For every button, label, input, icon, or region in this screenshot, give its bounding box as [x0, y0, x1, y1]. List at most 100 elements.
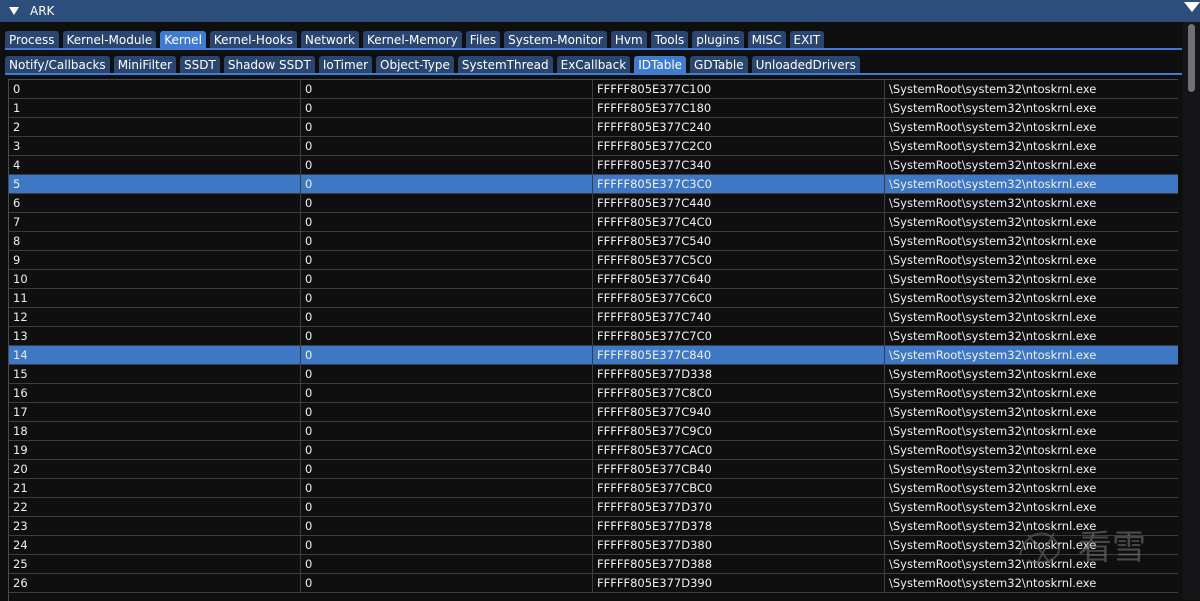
table-cell: \SystemRoot\system32\ntoskrnl.exe: [889, 557, 1097, 571]
table-row[interactable]: 25 0 FFFFF805E377D388 \SystemRoot\system32\…: [9, 555, 1178, 574]
table-cell: \SystemRoot\system32\ntoskrnl.exe: [889, 101, 1097, 115]
table-cell: \SystemRoot\system32\ntoskrnl.exe: [889, 234, 1097, 248]
table-cell: FFFFF805E377D378: [593, 517, 885, 535]
table-cell: 5: [9, 175, 301, 193]
table-cell: \SystemRoot\system32\ntoskrnl.exe: [889, 215, 1097, 229]
table-row[interactable]: 16 0 FFFFF805E377C8C0 \SystemRoot\system32\…: [9, 384, 1178, 403]
table-cell: \SystemRoot\system32\ntoskrnl.exe: [889, 253, 1097, 267]
resize-grip-icon[interactable]: [1184, 2, 1200, 12]
table-cell: \SystemRoot\system32\ntoskrnl.exe: [889, 272, 1097, 286]
table-cell: 0: [301, 365, 593, 383]
table-row[interactable]: 22 0 FFFFF805E377D370 \SystemRoot\system32\…: [9, 498, 1178, 517]
table-row[interactable]: 18 0 FFFFF805E377C9C0 \SystemRoot\system32\…: [9, 422, 1178, 441]
table-row[interactable]: 17 0 FFFFF805E377C940 \SystemRoot\system32\…: [9, 403, 1178, 422]
table-row[interactable]: 26 0 FFFFF805E377D390 \SystemRoot\system32\…: [9, 574, 1178, 593]
table-row[interactable]: 10 0 FFFFF805E377C640 \SystemRoot\system32\…: [9, 270, 1178, 289]
table-row[interactable]: 14 0 FFFFF805E377C840 \SystemRoot\system32\…: [9, 346, 1178, 365]
table-row[interactable]: 19 0 FFFFF805E377CAC0 \SystemRoot\system32\…: [9, 441, 1178, 460]
table-row[interactable]: 12 0 FFFFF805E377C740 \SystemRoot\system32\…: [9, 308, 1178, 327]
table-cell: 0: [301, 251, 593, 269]
scrollbar-thumb[interactable]: [1188, 24, 1195, 92]
table-cell: \SystemRoot\system32\ntoskrnl.exe: [889, 386, 1097, 400]
table-cell: \SystemRoot\system32\ntoskrnl.exe: [889, 177, 1097, 191]
table-row[interactable]: 2 0 FFFFF805E377C240 \SystemRoot\system32\n…: [9, 118, 1178, 137]
table-cell: FFFFF805E377C7C0: [593, 327, 885, 345]
table-cell: 0: [301, 308, 593, 326]
table-row[interactable]: 5 0 FFFFF805E377C3C0 \SystemRoot\system32\n…: [9, 175, 1178, 194]
table-cell: 18: [9, 422, 301, 440]
table-cell: 0: [301, 536, 593, 554]
table-row[interactable]: 4 0 FFFFF805E377C340 \SystemRoot\system32\n…: [9, 156, 1178, 175]
table-cell: 24: [9, 536, 301, 554]
table-cell: \SystemRoot\system32\ntoskrnl.exe: [889, 424, 1097, 438]
table-cell: FFFFF805E377C640: [593, 270, 885, 288]
table-row[interactable]: 15 0 FFFFF805E377D338 \SystemRoot\system32\…: [9, 365, 1178, 384]
table-cell: \SystemRoot\system32\ntoskrnl.exe: [889, 196, 1097, 210]
table-cell: \SystemRoot\system32\ntoskrnl.exe: [889, 481, 1097, 495]
table-row[interactable]: 0 0 FFFFF805E377C100 \SystemRoot\system32\n…: [9, 80, 1178, 99]
table-cell: FFFFF805E377C9C0: [593, 422, 885, 440]
table-cell: 4: [9, 156, 301, 174]
collapse-arrow-icon[interactable]: [9, 7, 19, 15]
table-cell: 12: [9, 308, 301, 326]
table-row[interactable]: 8 0 FFFFF805E377C540 \SystemRoot\system32\n…: [9, 232, 1178, 251]
table-cell: FFFFF805E377C540: [593, 232, 885, 250]
table-cell: 23: [9, 517, 301, 535]
table-cell: \SystemRoot\system32\ntoskrnl.exe: [889, 158, 1097, 172]
table-row[interactable]: 20 0 FFFFF805E377CB40 \SystemRoot\system32\…: [9, 460, 1178, 479]
window-title-bar[interactable]: ARK: [0, 0, 1200, 22]
table-cell: \SystemRoot\system32\ntoskrnl.exe: [889, 310, 1097, 324]
table-cell: FFFFF805E377C240: [593, 118, 885, 136]
table-cell: 0: [301, 289, 593, 307]
table-row[interactable]: 9 0 FFFFF805E377C5C0 \SystemRoot\system32\n…: [9, 251, 1178, 270]
table-cell: FFFFF805E377D380: [593, 536, 885, 554]
table-row[interactable]: 23 0 FFFFF805E377D378 \SystemRoot\system32\…: [9, 517, 1178, 536]
table-cell: \SystemRoot\system32\ntoskrnl.exe: [889, 82, 1097, 96]
table-row[interactable]: 24 0 FFFFF805E377D380 \SystemRoot\system32\…: [9, 536, 1178, 555]
table-cell: 0: [301, 156, 593, 174]
table-row[interactable]: 13 0 FFFFF805E377C7C0 \SystemRoot\system32\…: [9, 327, 1178, 346]
table-cell: 21: [9, 479, 301, 497]
table-cell: 10: [9, 270, 301, 288]
table-cell: 14: [9, 346, 301, 364]
table-cell: 20: [9, 460, 301, 478]
table-cell: FFFFF805E377C740: [593, 308, 885, 326]
table-cell: FFFFF805E377C840: [593, 346, 885, 364]
table-row[interactable]: 11 0 FFFFF805E377C6C0 \SystemRoot\system32\…: [9, 289, 1178, 308]
table-cell: \SystemRoot\system32\ntoskrnl.exe: [889, 291, 1097, 305]
idt-table: 0 0 FFFFF805E377C100 \SystemRoot\system32\n…: [8, 79, 1178, 601]
table-cell: \SystemRoot\system32\ntoskrnl.exe: [889, 348, 1097, 362]
table-cell: 0: [301, 80, 593, 98]
table-cell: FFFFF805E377C100: [593, 80, 885, 98]
vertical-scrollbar[interactable]: [1183, 22, 1200, 600]
table-cell: 0: [301, 479, 593, 497]
table-cell: 17: [9, 403, 301, 421]
table-cell: 0: [301, 118, 593, 136]
table-cell: 15: [9, 365, 301, 383]
table-cell: 7: [9, 213, 301, 231]
table-cell: FFFFF805E377D388: [593, 555, 885, 573]
table-cell: FFFFF805E377C3C0: [593, 175, 885, 193]
table-row[interactable]: 7 0 FFFFF805E377C4C0 \SystemRoot\system32\n…: [9, 213, 1178, 232]
sub-tab-underline: [5, 73, 1182, 75]
table-row[interactable]: 3 0 FFFFF805E377C2C0 \SystemRoot\system32\n…: [9, 137, 1178, 156]
table-row[interactable]: 1 0 FFFFF805E377C180 \SystemRoot\system32\n…: [9, 99, 1178, 118]
table-cell: 0: [301, 213, 593, 231]
table-cell: 9: [9, 251, 301, 269]
table-cell: FFFFF805E377D338: [593, 365, 885, 383]
table-cell: FFFFF805E377CBC0: [593, 479, 885, 497]
table-row[interactable]: 6 0 FFFFF805E377C440 \SystemRoot\system32\n…: [9, 194, 1178, 213]
table-cell: FFFFF805E377D390: [593, 574, 885, 592]
window-title: ARK: [30, 4, 55, 18]
table-row[interactable]: 21 0 FFFFF805E377CBC0 \SystemRoot\system32\…: [9, 479, 1178, 498]
table-cell: 26: [9, 574, 301, 592]
table-cell: FFFFF805E377C6C0: [593, 289, 885, 307]
table-cell: FFFFF805E377C340: [593, 156, 885, 174]
table-cell: 19: [9, 441, 301, 459]
table-cell: 0: [301, 422, 593, 440]
table-cell: 0: [301, 194, 593, 212]
table-cell: \SystemRoot\system32\ntoskrnl.exe: [889, 500, 1097, 514]
table-cell: 0: [301, 346, 593, 364]
table-cell: FFFFF805E377D370: [593, 498, 885, 516]
table-cell: FFFFF805E377C440: [593, 194, 885, 212]
